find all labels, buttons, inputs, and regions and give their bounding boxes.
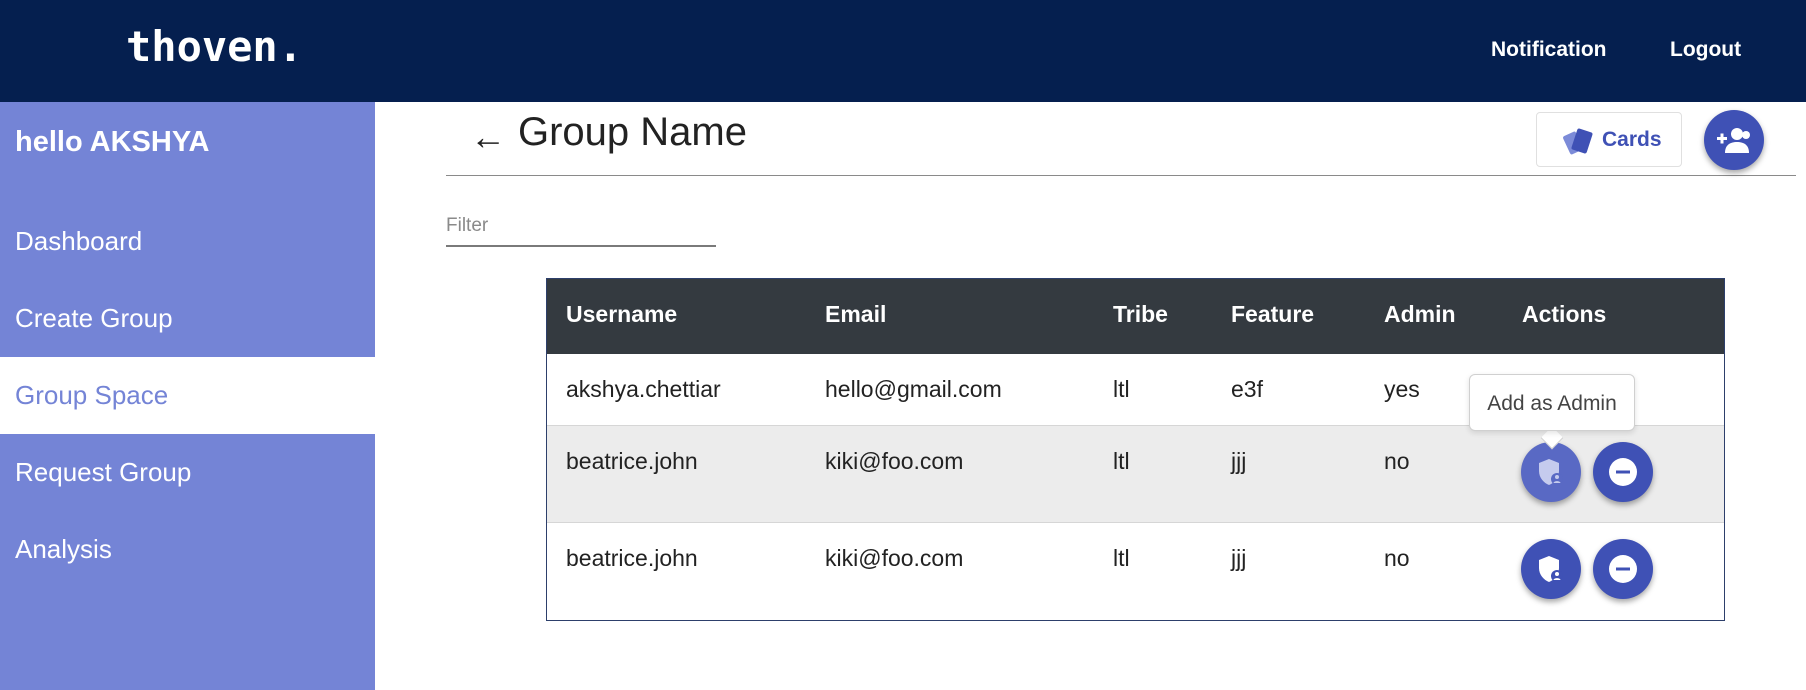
remove-member-button[interactable] <box>1593 539 1653 599</box>
table-row: beatrice.john kiki@foo.com ltl jjj no <box>547 523 1724 620</box>
cards-icon <box>1563 127 1595 160</box>
cell-admin: no <box>1384 448 1410 474</box>
cell-admin: no <box>1384 545 1410 571</box>
sidebar-item-dashboard[interactable]: Dashboard <box>0 203 375 280</box>
column-header-username: Username <box>566 301 678 327</box>
filter-input[interactable] <box>446 207 716 247</box>
cell-admin: yes <box>1384 376 1420 402</box>
app-logo[interactable]: thoven. <box>126 22 303 71</box>
column-header-feature: Feature <box>1231 301 1315 327</box>
tooltip: Add as Admin <box>1469 374 1635 431</box>
cell-email: hello@gmail.com <box>825 376 1002 402</box>
cell-tribe: ltl <box>1113 545 1130 571</box>
cards-button[interactable]: Cards <box>1536 112 1682 167</box>
arrow-left-icon[interactable]: ← <box>470 116 506 158</box>
cell-feature: jjj <box>1231 448 1247 474</box>
sidebar: hello AKSHYA Dashboard Create Group Grou… <box>0 102 375 690</box>
cards-button-label: Cards <box>1602 128 1662 151</box>
column-header-admin: Admin <box>1384 301 1456 327</box>
table-header: Username Email Tribe Feature Admin Actio… <box>547 279 1724 354</box>
cell-email: kiki@foo.com <box>825 448 964 474</box>
page-header: ← Group Name Cards <box>446 102 1796 176</box>
cell-username: akshya.chettiar <box>566 376 721 402</box>
cell-tribe: ltl <box>1113 448 1130 474</box>
column-header-email: Email <box>825 301 887 327</box>
cell-tribe: ltl <box>1113 376 1130 402</box>
notification-link[interactable]: Notification <box>1491 38 1607 62</box>
remove-member-button[interactable] <box>1593 442 1653 502</box>
cell-feature: e3f <box>1231 376 1263 402</box>
remove-circle-icon <box>1609 555 1637 583</box>
members-table: Username Email Tribe Feature Admin Actio… <box>546 278 1725 621</box>
top-navbar: thoven. Notification Logout <box>0 0 1806 102</box>
admin-shield-icon <box>1539 556 1563 582</box>
remove-circle-icon <box>1609 458 1637 486</box>
cell-feature: jjj <box>1231 545 1247 571</box>
cell-username: beatrice.john <box>566 448 698 474</box>
add-as-admin-button[interactable] <box>1521 539 1581 599</box>
cell-username: beatrice.john <box>566 545 698 571</box>
sidebar-item-analysis[interactable]: Analysis <box>0 511 375 588</box>
sidebar-item-group-space[interactable]: Group Space <box>0 357 375 434</box>
add-group-icon <box>1717 128 1750 153</box>
add-as-admin-button[interactable] <box>1521 442 1581 502</box>
sidebar-item-create-group[interactable]: Create Group <box>0 280 375 357</box>
column-header-actions: Actions <box>1522 301 1607 327</box>
user-greeting: hello AKSHYA <box>15 126 210 158</box>
sidebar-item-request-group[interactable]: Request Group <box>0 434 375 511</box>
add-member-button[interactable] <box>1704 110 1764 170</box>
admin-shield-icon <box>1539 459 1563 485</box>
cell-email: kiki@foo.com <box>825 545 964 571</box>
page-title: Group Name <box>518 110 747 154</box>
column-header-tribe: Tribe <box>1113 301 1168 327</box>
logout-link[interactable]: Logout <box>1670 38 1741 62</box>
